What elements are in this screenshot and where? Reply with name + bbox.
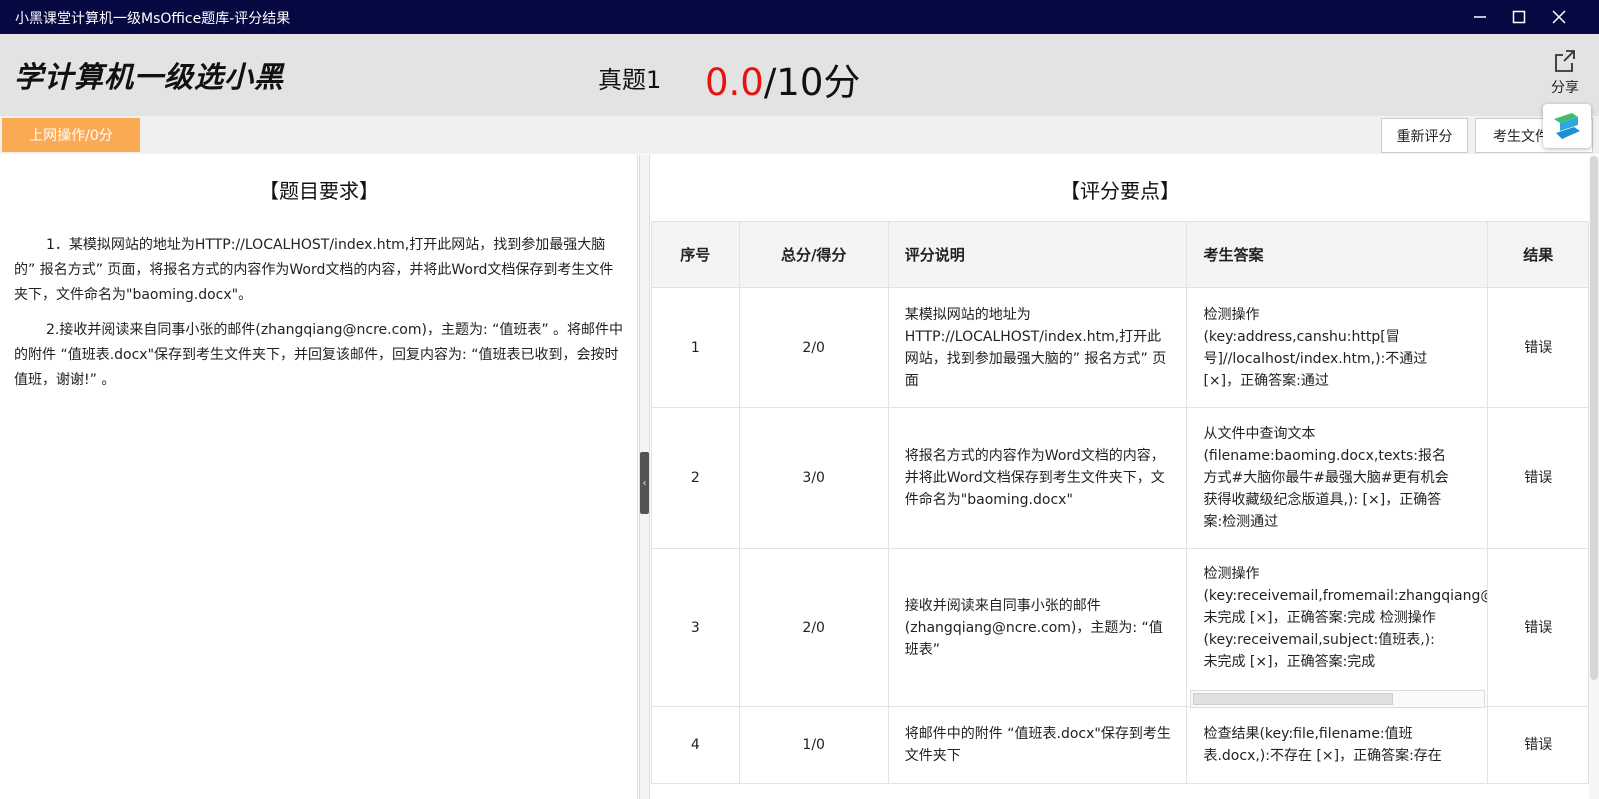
- window-title: 小黑课堂计算机一级MsOffice题库-评分结果: [15, 11, 291, 27]
- table-row: 2 3/0 将报名方式的内容作为Word文档的内容，并将此Word文档保存到考生…: [651, 407, 1589, 549]
- row-score: 3/0: [738, 407, 889, 549]
- row-score: 2/0: [738, 548, 889, 707]
- row-description: 将邮件中的附件 “值班表.docx"保存到考生文件夹下: [887, 706, 1188, 784]
- row-result: 错误: [1487, 548, 1589, 707]
- row-description: 某模拟网站的地址为HTTP://LOCALHOST/index.htm,打开此网…: [887, 287, 1188, 408]
- row-result: 错误: [1487, 706, 1589, 784]
- score-total: /10分: [763, 61, 861, 104]
- brand-logo: 学计算机一级选小黑: [14, 60, 285, 94]
- vertical-scrollbar-thumb[interactable]: [1590, 156, 1598, 680]
- column-header: 总分/得分: [738, 221, 889, 288]
- close-icon[interactable]: [1547, 5, 1571, 29]
- table-row: 4 1/0 将邮件中的附件 “值班表.docx"保存到考生文件夹下 检查结果(k…: [651, 706, 1589, 784]
- row-answer: 检查结果(key:file,filename:值班 表.docx,):不存在 […: [1203, 726, 1442, 764]
- table-row: 3 2/0 接收并阅读来自同事小张的邮件(zhangqiang@ncre.com…: [651, 548, 1589, 707]
- maximize-icon[interactable]: [1507, 5, 1531, 29]
- row-answer: 检测操作 (key:receivemail,fromemail:zhangqia…: [1203, 566, 1487, 670]
- row-score: 1/0: [738, 706, 889, 784]
- row-answer-cell: 从文件中查询文本 (filename:baoming.docx,texts:报名…: [1186, 407, 1489, 549]
- requirements-text: 1．某模拟网站的地址为HTTP://LOCALHOST/index.htm,打开…: [14, 233, 624, 403]
- share-button[interactable]: 分享: [1545, 48, 1585, 97]
- title-bar: 小黑课堂计算机一级MsOffice题库-评分结果: [0, 0, 1599, 34]
- score-got: 0.0: [705, 61, 764, 104]
- table-header-row: 序号 总分/得分 评分说明 考生答案 结果: [651, 221, 1589, 288]
- minimize-icon[interactable]: [1468, 5, 1492, 29]
- row-index: 1: [651, 287, 740, 408]
- table-row: 1 2/0 某模拟网站的地址为HTTP://LOCALHOST/index.ht…: [651, 287, 1589, 408]
- requirement-paragraph: 2.接收并阅读来自同事小张的邮件(zhangqiang@ncre.com)，主题…: [14, 322, 624, 388]
- column-header: 考生答案: [1186, 221, 1489, 288]
- share-icon: [1555, 50, 1575, 72]
- row-index: 4: [651, 706, 740, 784]
- tab-bar: 上网操作/0分 重新评分 考生文件夹: [0, 116, 1599, 154]
- tab-web-operation[interactable]: 上网操作/0分: [2, 118, 140, 152]
- exam-name: 真题1: [598, 66, 662, 94]
- column-header: 序号: [651, 221, 740, 288]
- requirements-panel: 【题目要求】 1．某模拟网站的地址为HTTP://LOCALHOST/index…: [0, 155, 638, 799]
- row-index: 2: [651, 407, 740, 549]
- app-logo-icon[interactable]: [1543, 104, 1591, 148]
- chevron-left-icon[interactable]: ‹: [640, 452, 649, 514]
- scrollbar-thumb[interactable]: [1193, 693, 1393, 705]
- row-description: 接收并阅读来自同事小张的邮件(zhangqiang@ncre.com)，主题为:…: [887, 548, 1188, 707]
- column-header: 评分说明: [887, 221, 1188, 288]
- requirement-paragraph: 1．某模拟网站的地址为HTTP://LOCALHOST/index.htm,打开…: [14, 237, 614, 303]
- row-answer-cell: 检测操作 (key:receivemail,fromemail:zhangqia…: [1186, 548, 1489, 707]
- row-description: 将报名方式的内容作为Word文档的内容，并将此Word文档保存到考生文件夹下，文…: [887, 407, 1188, 549]
- scoring-title: 【评分要点】: [1060, 179, 1180, 203]
- row-index: 3: [651, 548, 740, 707]
- row-result: 错误: [1487, 287, 1589, 408]
- rescore-button[interactable]: 重新评分: [1381, 118, 1468, 153]
- requirements-title: 【题目要求】: [259, 179, 379, 203]
- column-header: 结果: [1487, 221, 1589, 288]
- header: 学计算机一级选小黑 真题1 0.0/10分 分享: [0, 34, 1599, 116]
- row-answer: 从文件中查询文本 (filename:baoming.docx,texts:报名…: [1203, 426, 1449, 530]
- row-answer: 检测操作 (key:address,canshu:http[冒 号]//loca…: [1203, 306, 1428, 389]
- score-display: 0.0/10分: [705, 52, 860, 106]
- row-result: 错误: [1487, 407, 1589, 549]
- row-score: 2/0: [738, 287, 889, 408]
- row-answer-cell: 检测操作 (key:address,canshu:http[冒 号]//loca…: [1186, 287, 1489, 408]
- share-label: 分享: [1551, 80, 1579, 96]
- row-answer-cell: 检查结果(key:file,filename:值班 表.docx,):不存在 […: [1186, 706, 1489, 784]
